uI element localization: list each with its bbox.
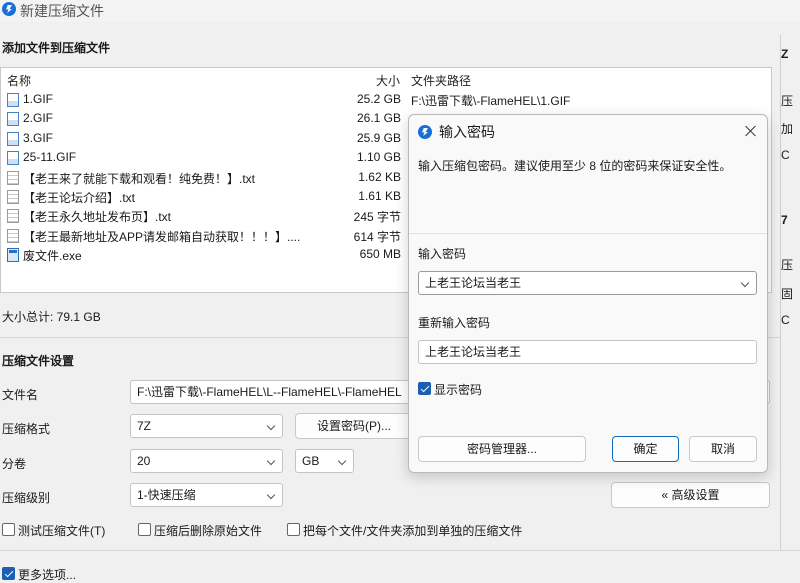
file-size: 1.10 GB [356, 150, 401, 165]
volume-select[interactable]: 20 [130, 449, 283, 473]
ok-button[interactable]: 确定 [612, 436, 679, 462]
file-size: 1.62 KB [358, 169, 401, 184]
test-archive-checkbox[interactable] [2, 523, 15, 536]
level-select[interactable]: 1-快速压缩 [130, 483, 283, 507]
side-panel-text: 固 [781, 287, 794, 301]
password-input[interactable]: 上老王论坛当老王 [418, 271, 757, 295]
dialog-divider [409, 233, 767, 234]
separate-archives-checkbox[interactable] [287, 523, 300, 536]
file-size: 25.2 GB [356, 92, 401, 106]
dialog-description: 输入压缩包密码。建议使用至少 8 位的密码来保证安全性。 [418, 159, 732, 173]
delete-after-label: 压缩后删除原始文件 [154, 524, 263, 538]
file-size: 25.9 GB [356, 130, 401, 145]
text-file-icon [7, 209, 19, 224]
settings-heading: 压缩文件设置 [2, 354, 75, 368]
column-header-path[interactable]: 文件夹路径 [411, 72, 471, 89]
more-options-label[interactable]: 更多选项... [18, 566, 76, 583]
side-panel-text: C [781, 148, 790, 162]
volume-unit-select[interactable]: GB [295, 449, 354, 473]
password-manager-button[interactable]: 密码管理器... [418, 436, 586, 462]
file-name: 废文件.exe [23, 249, 82, 264]
file-size: 1.61 KB [358, 189, 401, 203]
side-panel-text: 压 [781, 258, 794, 272]
volume-label: 分卷 [2, 457, 27, 471]
file-name: 【老王永久地址发布页】.txt [23, 210, 172, 225]
show-password-checkbox[interactable] [418, 382, 431, 395]
file-name: 1.GIF [23, 92, 54, 106]
close-icon[interactable] [744, 124, 758, 138]
cancel-button[interactable]: 取消 [689, 436, 757, 462]
column-header-size[interactable]: 大小 [376, 72, 400, 89]
file-size: 26.1 GB [356, 111, 401, 126]
filename-label: 文件名 [2, 388, 39, 402]
file-name: 【老王来了就能下载和观看！纯免费！】.txt [23, 171, 256, 186]
file-name: 25-11.GIF [23, 150, 77, 165]
set-password-button[interactable]: 设置密码(P)... [295, 413, 413, 439]
file-size: 245 字节 [353, 210, 401, 225]
exe-file-icon [7, 248, 19, 263]
title-bar: 新建压缩文件 [0, 0, 800, 22]
level-label: 压缩级别 [2, 491, 51, 505]
side-panel-text: 压 [781, 94, 794, 108]
gif-file-icon [7, 151, 19, 166]
file-name: 【老王论坛介绍】.txt [23, 191, 136, 205]
delete-after-checkbox[interactable] [138, 523, 151, 536]
column-header-name[interactable]: 名称 [7, 72, 31, 89]
file-name: 2.GIF [23, 111, 54, 126]
password-dialog: 输入密码 输入压缩包密码。建议使用至少 8 位的密码来保证安全性。 输入密码 上… [408, 114, 768, 473]
separate-archives-label: 把每个文件/文件夹添加到单独的压缩文件 [303, 524, 523, 538]
file-size: 650 MB [359, 247, 401, 262]
dialog-title: 输入密码 [439, 124, 495, 140]
gif-file-icon [7, 131, 19, 146]
file-name: 【老王最新地址及APP请发邮箱自动获取！！！】.... [23, 229, 301, 244]
confirm-password-input[interactable]: 上老王论坛当老王 [418, 340, 757, 364]
app-logo-icon [2, 2, 16, 16]
window-title: 新建压缩文件 [20, 3, 104, 19]
gif-file-icon [7, 93, 19, 107]
side-panel-heading: 7 [781, 213, 788, 227]
total-size: 大小总计: 79.1 GB [2, 310, 101, 324]
format-select[interactable]: 7Z [130, 414, 283, 438]
file-name: 3.GIF [23, 130, 54, 145]
add-files-heading: 添加文件到压缩文件 [2, 41, 111, 55]
advanced-settings-button[interactable]: « 高级设置 [611, 482, 770, 508]
password-label: 输入密码 [418, 247, 467, 261]
more-options-checkbox[interactable] [2, 567, 15, 580]
text-file-icon [7, 228, 19, 243]
app-logo-icon [418, 125, 432, 139]
side-panel-text: C [781, 313, 790, 327]
side-panel-text: 加 [781, 122, 794, 136]
file-path: F:\迅雷下载\-FlameHEL\1.GIF [411, 94, 571, 108]
confirm-password-label: 重新输入密码 [418, 316, 491, 330]
file-size: 614 字节 [353, 229, 401, 244]
show-password-label: 显示密码 [434, 383, 483, 397]
side-panel-heading: Z [781, 47, 789, 61]
text-file-icon [7, 190, 19, 204]
test-archive-label: 测试压缩文件(T) [18, 524, 106, 538]
gif-file-icon [7, 112, 19, 127]
format-label: 压缩格式 [2, 422, 51, 436]
table-row[interactable]: 1.GIF 25.2 GB F:\迅雷下载\-FlameHEL\1.GIF [1, 90, 771, 109]
divider-bottom [0, 550, 800, 551]
text-file-icon [7, 170, 19, 185]
